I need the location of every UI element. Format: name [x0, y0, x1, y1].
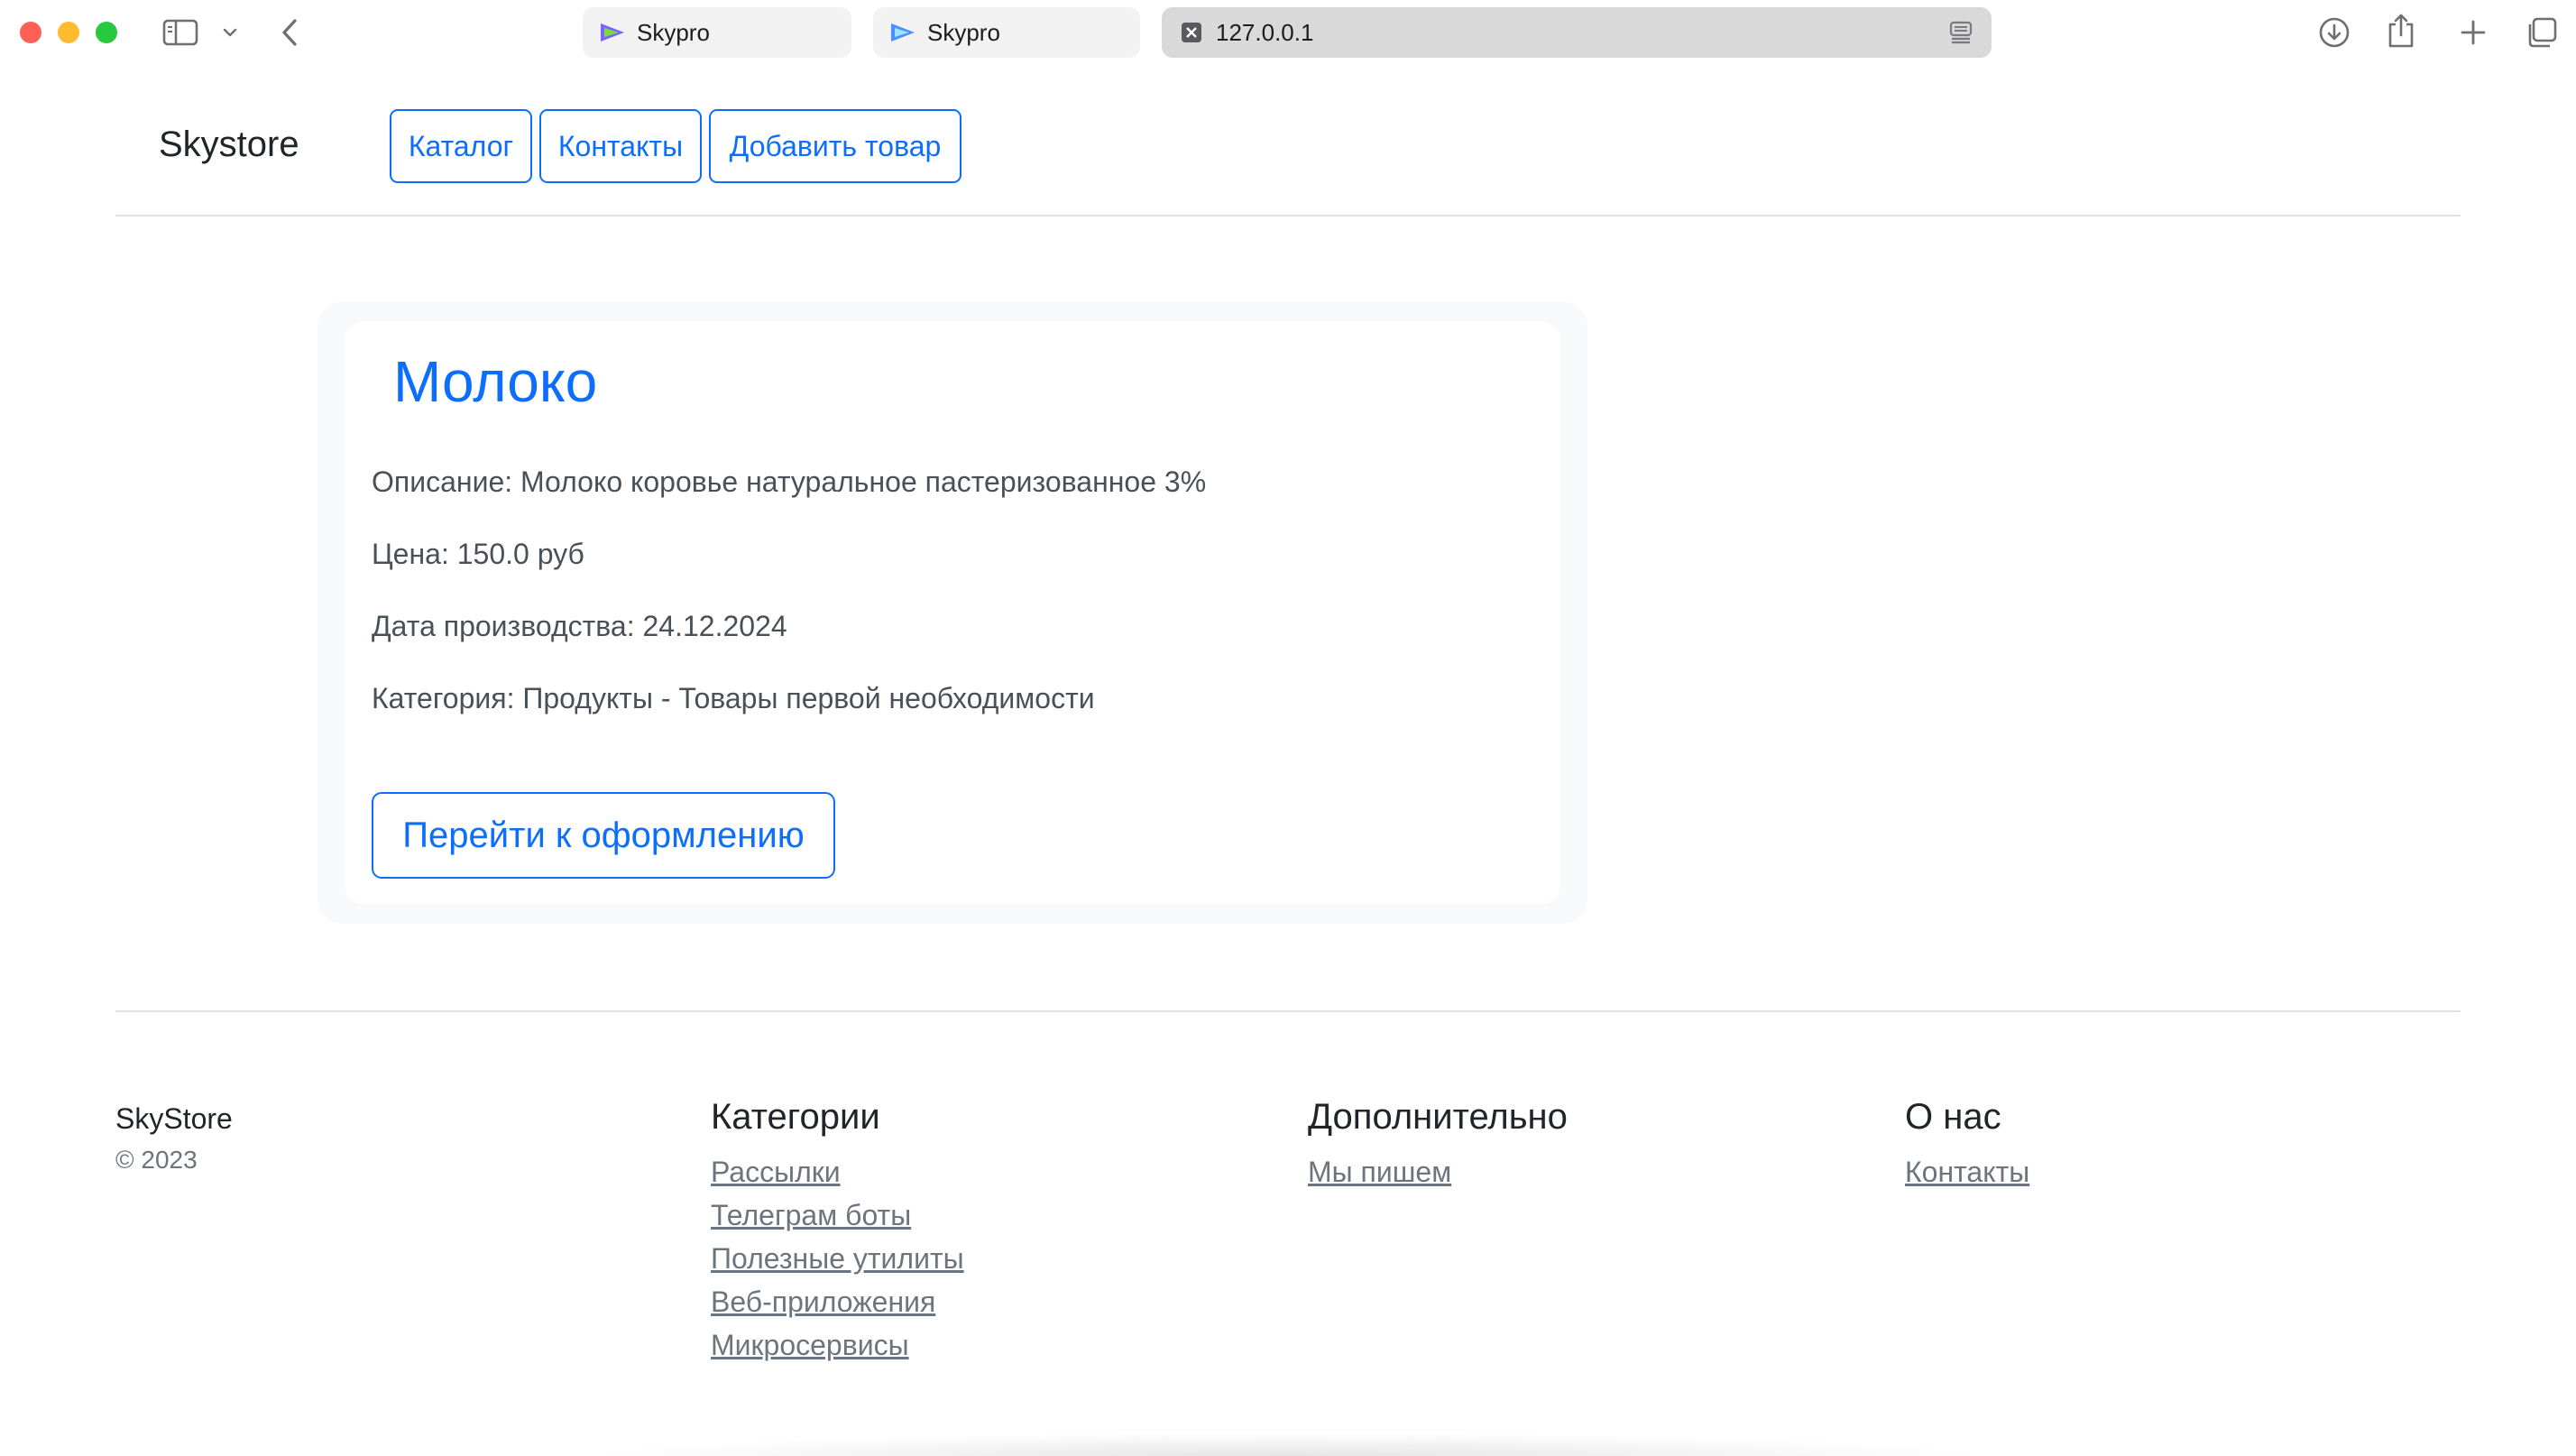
list-item: Веб-приложения	[711, 1280, 964, 1323]
tab-label: Skypro	[927, 18, 1000, 46]
back-arrow-icon[interactable]	[276, 14, 303, 51]
tabs-overview-icon[interactable]	[2524, 14, 2560, 51]
list-item: Контакты	[1905, 1150, 2029, 1193]
footer-copyright: © 2023	[115, 1146, 198, 1174]
footer-link-utilities[interactable]: Полезные утилиты	[711, 1242, 964, 1275]
footer-column-additional: Дополнительно Мы пишем	[1308, 1097, 1568, 1193]
footer-link-list: Рассылки Телеграм боты Полезные утилиты …	[711, 1150, 964, 1367]
footer-link-microservices[interactable]: Микросервисы	[711, 1329, 909, 1361]
close-window-button[interactable]	[20, 22, 41, 43]
product-card: Молоко Описание: Молоко коровье натураль…	[345, 321, 1560, 904]
nav-catalog-button[interactable]: Каталог	[390, 109, 532, 183]
footer-link-list: Мы пишем	[1308, 1150, 1568, 1193]
footer-divider	[115, 1010, 2461, 1012]
footer-column-title: Дополнительно	[1308, 1097, 1568, 1137]
footer-link-mailings[interactable]: Рассылки	[711, 1156, 841, 1188]
browser-toolbar: Skypro Skypro 127.0.0.1	[0, 0, 2576, 67]
reader-mode-icon[interactable]	[1948, 20, 1973, 51]
footer-column-categories: Категории Рассылки Телеграм боты Полезны…	[711, 1097, 964, 1367]
footer-column-title: Категории	[711, 1097, 880, 1137]
skypro-favicon-icon	[889, 19, 916, 46]
nav-add-product-button[interactable]: Добавить товар	[709, 109, 961, 183]
tab-label: Skypro	[637, 18, 710, 46]
product-category: Категория: Продукты - Товары первой необ…	[372, 682, 1095, 714]
browser-tab-1[interactable]: Skypro	[583, 7, 851, 58]
chevron-down-icon[interactable]	[220, 23, 240, 41]
footer-column-title: О нас	[1905, 1097, 2001, 1137]
checkout-button[interactable]: Перейти к оформлению	[372, 792, 835, 879]
close-tab-icon[interactable]	[1178, 19, 1205, 46]
footer-brand: SkyStore	[115, 1102, 233, 1135]
browser-tab-2[interactable]: Skypro	[873, 7, 1140, 58]
list-item: Мы пишем	[1308, 1150, 1568, 1193]
list-item: Микросервисы	[711, 1323, 964, 1367]
product-card-container: Молоко Описание: Молоко коровье натураль…	[317, 301, 1587, 924]
minimize-window-button[interactable]	[58, 22, 79, 43]
window-bottom-shadow	[586, 1433, 1993, 1456]
nav-contacts-button[interactable]: Контакты	[539, 109, 702, 183]
site-header: Skystore Каталог Контакты Добавить товар	[115, 99, 2461, 217]
share-icon[interactable]	[2385, 11, 2417, 51]
address-text[interactable]: 127.0.0.1	[1216, 19, 1313, 47]
zoom-window-button[interactable]	[96, 22, 117, 43]
plus-icon[interactable]	[2457, 16, 2489, 49]
list-item: Телеграм боты	[711, 1193, 964, 1237]
product-production-date: Дата производства: 24.12.2024	[372, 610, 787, 642]
footer-link-we-write[interactable]: Мы пишем	[1308, 1156, 1451, 1188]
product-title: Молоко	[393, 349, 598, 414]
list-item: Рассылки	[711, 1150, 964, 1193]
footer-link-list: Контакты	[1905, 1150, 2029, 1193]
download-icon[interactable]	[2316, 14, 2352, 51]
footer-column-about: О нас Контакты	[1905, 1097, 2029, 1193]
footer-link-contacts[interactable]: Контакты	[1905, 1156, 2029, 1188]
browser-tab-active[interactable]: 127.0.0.1	[1162, 7, 1992, 58]
skypro-favicon-icon	[599, 19, 626, 46]
product-description: Описание: Молоко коровье натуральное пас…	[372, 465, 1207, 498]
sidebar-icon[interactable]	[162, 16, 198, 49]
page: Skypro Skypro 127.0.0.1 Skystore Каталог…	[0, 0, 2576, 1456]
product-price: Цена: 150.0 руб	[372, 538, 584, 570]
list-item: Полезные утилиты	[711, 1237, 964, 1280]
footer-link-web-apps[interactable]: Веб-приложения	[711, 1286, 935, 1318]
footer-link-telegram-bots[interactable]: Телеграм боты	[711, 1199, 911, 1231]
brand-logo[interactable]: Skystore	[159, 124, 299, 165]
